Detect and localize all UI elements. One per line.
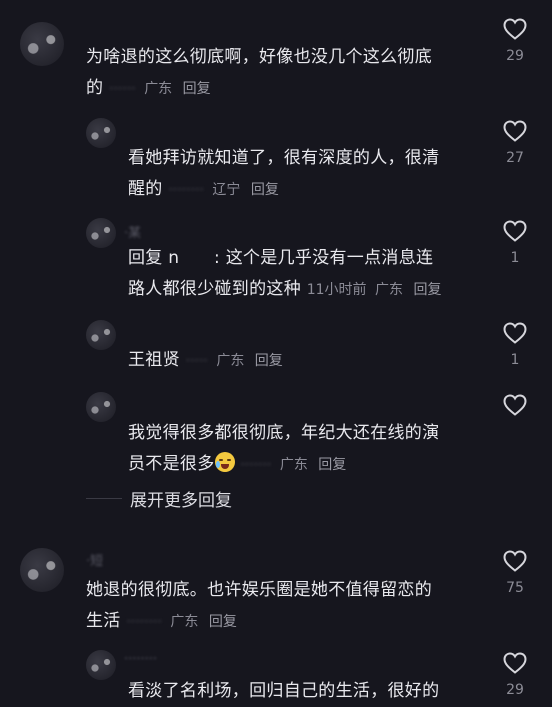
avatar[interactable] [86,650,116,680]
comment-time: ········ [168,182,204,198]
like-count: 29 [506,48,524,64]
heart-icon[interactable] [503,394,527,416]
avatar[interactable] [86,392,116,422]
comment-text: 我觉得很多都很彻底，年纪大还在线的演 [128,423,440,443]
comment-region: 广东 [170,614,199,630]
laughing-crying-emoji-icon [214,452,235,472]
comment-time: ····· [185,353,208,369]
avatar[interactable] [20,22,64,66]
comment-region: 广东 [144,81,173,97]
comment-region: 广东 [375,282,403,298]
like-button[interactable]: 1 [498,322,532,368]
comment-text: 王祖贤 [128,350,180,370]
comment-region: 辽宁 [212,182,241,198]
like-button[interactable] [498,394,532,424]
divider [86,498,122,499]
username[interactable]: ········ [124,652,157,667]
like-button[interactable]: 29 [498,18,532,64]
like-button[interactable]: 75 [498,550,532,596]
comment-text: 她退的很彻底。也许娱乐圈是她不值得留恋的 [86,580,432,600]
comment-text: 的 [86,78,104,98]
comment-region: 广东 [279,457,308,473]
username[interactable]: ·某 [124,222,141,241]
avatar[interactable] [20,548,64,592]
like-count: 1 [510,352,520,368]
avatar[interactable] [86,320,116,350]
heart-icon[interactable] [503,322,527,344]
comment-time: 11小时前 [306,282,367,298]
expand-replies-button[interactable]: 展开更多回复 [86,486,232,511]
expand-replies-label[interactable]: 展开更多回复 [130,486,232,511]
comment-region: 广东 [216,353,245,369]
like-button[interactable]: 1 [498,220,532,266]
comment-text: 路人都很少碰到的这种 [128,279,301,299]
like-button[interactable]: 27 [498,120,532,166]
heart-icon[interactable] [503,550,527,572]
reply-button[interactable]: 回复 [209,614,237,630]
comment-time: ······· [240,457,272,473]
like-button[interactable]: 29 [498,652,532,698]
reply-button[interactable]: 回复 [413,282,441,298]
like-count: 27 [506,150,524,166]
reply-button[interactable]: 回复 [183,81,211,97]
comment-text: 生活 [86,611,121,631]
comment-text: 回复 n : 这个是几乎没有一点消息连 [128,248,434,268]
comment-text: 员不是很多 [128,454,215,474]
reply-button[interactable]: 回复 [318,457,346,473]
reply-button[interactable]: 回复 [251,182,279,198]
comment-text: 看淡了名利场，回归自己的生活，很好的 [128,681,440,701]
avatar[interactable] [86,118,116,148]
comment-text: 为啥退的这么彻底啊，好像也没几个这么彻底 [86,47,432,67]
like-count: 1 [510,250,520,266]
like-count: 75 [506,580,524,596]
like-count: 29 [506,682,524,698]
username[interactable]: ·短 [86,550,103,569]
comment-time: ······ [109,81,136,97]
comment-text: 看她拜访就知道了，很有深度的人，很清 [128,148,440,168]
heart-icon[interactable] [503,18,527,40]
heart-icon[interactable] [503,220,527,242]
heart-icon[interactable] [503,652,527,674]
comment-time: ········ [126,614,162,630]
comment-text: 醒的 [128,179,163,199]
reply-button[interactable]: 回复 [255,353,283,369]
heart-icon[interactable] [503,120,527,142]
avatar[interactable] [86,218,116,248]
